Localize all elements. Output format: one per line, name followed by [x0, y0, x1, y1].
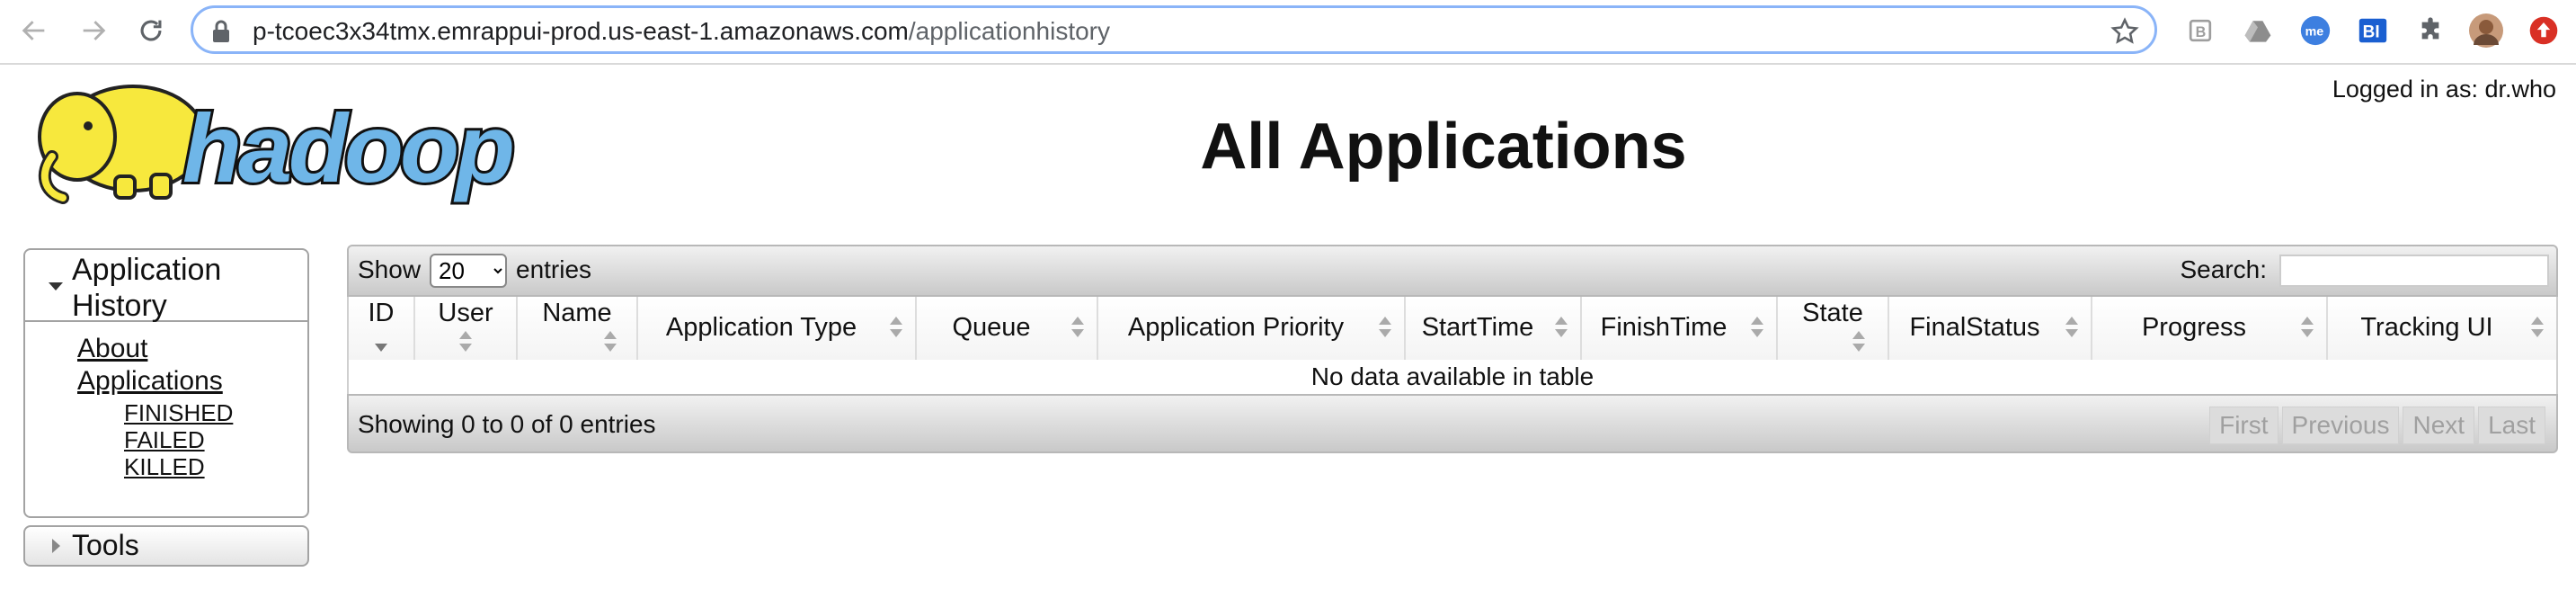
arrow-left-icon — [22, 21, 45, 40]
reload-button[interactable] — [129, 9, 173, 52]
sidebar-tools[interactable]: Tools — [23, 525, 309, 567]
column-header-name[interactable]: Name — [518, 297, 638, 360]
bookmark-star-icon[interactable] — [2110, 16, 2140, 47]
sort-icon — [1751, 317, 1763, 340]
table-footer: Showing 0 to 0 of 0 entries First Previo… — [347, 394, 2558, 453]
sort-icon — [1071, 317, 1084, 340]
update-icon[interactable] — [2526, 13, 2562, 49]
svg-text:me: me — [2305, 25, 2324, 40]
column-header-starttime[interactable]: StartTime — [1406, 297, 1582, 360]
column-header-finishtime[interactable]: FinishTime — [1582, 297, 1778, 360]
column-header-progress[interactable]: Progress — [2092, 297, 2328, 360]
sidebar-section-title: Application History — [72, 253, 222, 323]
entries-label: entries — [516, 255, 592, 283]
profile-avatar[interactable] — [2468, 13, 2504, 49]
expand-triangle-icon — [52, 539, 60, 553]
sort-icon — [890, 317, 902, 340]
sort-icon — [1379, 317, 1391, 340]
pagination-last-button[interactable]: Last — [2478, 407, 2545, 444]
url-host: p-tcoec3x34tmx.emrappui-prod.us-east-1.a… — [253, 17, 909, 45]
pagination-previous-button[interactable]: Previous — [2281, 407, 2400, 444]
search-label: Search: — [2180, 255, 2268, 283]
sort-icon — [2065, 317, 2078, 340]
sort-icon — [2531, 317, 2544, 340]
reload-icon — [140, 20, 162, 41]
state-link-finished[interactable]: FINISHED — [124, 399, 233, 427]
column-label: FinalStatus — [1909, 313, 2040, 342]
svg-text:hadoop: hadoop — [182, 94, 512, 202]
browser-toolbar: p-tcoec3x34tmx.emrappui-prod.us-east-1.a… — [0, 0, 2576, 65]
column-header-application-priority[interactable]: Application Priority — [1098, 297, 1406, 360]
column-label: Application Type — [665, 313, 857, 342]
url-path: /applicationhistory — [908, 17, 1110, 45]
b-extension-icon[interactable]: B — [2182, 13, 2218, 49]
column-header-user[interactable]: User — [415, 297, 518, 360]
column-header-queue[interactable]: Queue — [917, 297, 1098, 360]
page-title: All Applications — [1200, 111, 1687, 183]
sidebar-section-header[interactable]: Application History — [25, 250, 307, 323]
svg-text:B: B — [2196, 24, 2207, 40]
sort-icon — [1852, 331, 1865, 354]
puzzle-icon[interactable] — [2412, 13, 2448, 49]
elephant-icon — [38, 85, 207, 204]
show-label: Show — [358, 255, 422, 283]
column-label: StartTime — [1421, 313, 1534, 342]
logged-in-label: Logged in as: dr.who — [2332, 76, 2556, 103]
pagination-next-button[interactable]: Next — [2403, 407, 2475, 444]
page-size-select[interactable]: 102050100 — [430, 254, 507, 288]
column-label: Application Priority — [1127, 313, 1345, 342]
lock-icon — [213, 20, 229, 42]
column-label: ID — [368, 299, 395, 327]
arrow-right-icon — [83, 21, 106, 40]
empty-table-message: No data available in table — [347, 360, 2558, 394]
table-info: Showing 0 to 0 of 0 entries — [358, 410, 656, 438]
column-label: FinishTime — [1600, 313, 1728, 342]
collapse-triangle-icon — [49, 282, 63, 291]
column-label: Tracking UI — [2360, 313, 2493, 342]
hadoop-logo: hadoop — [38, 85, 519, 205]
state-link-failed[interactable]: FAILED — [124, 426, 205, 454]
state-link-killed[interactable]: KILLED — [124, 453, 205, 481]
url-text: p-tcoec3x34tmx.emrappui-prod.us-east-1.a… — [253, 16, 1110, 47]
column-header-finalstatus[interactable]: FinalStatus — [1889, 297, 2092, 360]
drive-icon[interactable] — [2240, 13, 2276, 49]
column-label: Progress — [2141, 313, 2247, 342]
table-toolbar: Show 102050100 entries Search: — [347, 245, 2558, 297]
column-label: User — [438, 299, 493, 327]
sort-icon — [1555, 317, 1568, 340]
search-input[interactable] — [2279, 255, 2549, 287]
table-header-row: ID User Name Application Type Queue Appl… — [347, 297, 2558, 360]
me-extension-icon[interactable]: me — [2297, 13, 2333, 49]
sort-icon — [459, 331, 472, 354]
column-header-application-type[interactable]: Application Type — [638, 297, 917, 360]
back-button[interactable] — [13, 9, 56, 52]
column-label: Name — [542, 299, 612, 327]
address-bar[interactable]: p-tcoec3x34tmx.emrappui-prod.us-east-1.a… — [191, 5, 2157, 54]
column-header-id[interactable]: ID — [349, 297, 415, 360]
column-label: State — [1802, 299, 1863, 327]
sort-icon — [2301, 317, 2314, 340]
bi-extension-icon[interactable]: BI — [2355, 13, 2391, 49]
tools-label: Tools — [72, 529, 139, 561]
column-header-state[interactable]: State — [1778, 297, 1889, 360]
sort-icon — [604, 331, 617, 354]
pagination-first-button[interactable]: First — [2209, 407, 2278, 444]
pagination: First Previous Next Last — [2206, 407, 2545, 444]
column-header-tracking-ui[interactable]: Tracking UI — [2328, 297, 2556, 360]
sidebar-application-history: Application History About Applications F… — [23, 248, 309, 518]
about-applications-link[interactable]: About Applications — [77, 333, 275, 398]
forward-button[interactable] — [72, 9, 115, 52]
sort-desc-icon — [375, 331, 387, 354]
column-label: Queue — [952, 313, 1031, 342]
svg-text:BI: BI — [2363, 23, 2380, 42]
